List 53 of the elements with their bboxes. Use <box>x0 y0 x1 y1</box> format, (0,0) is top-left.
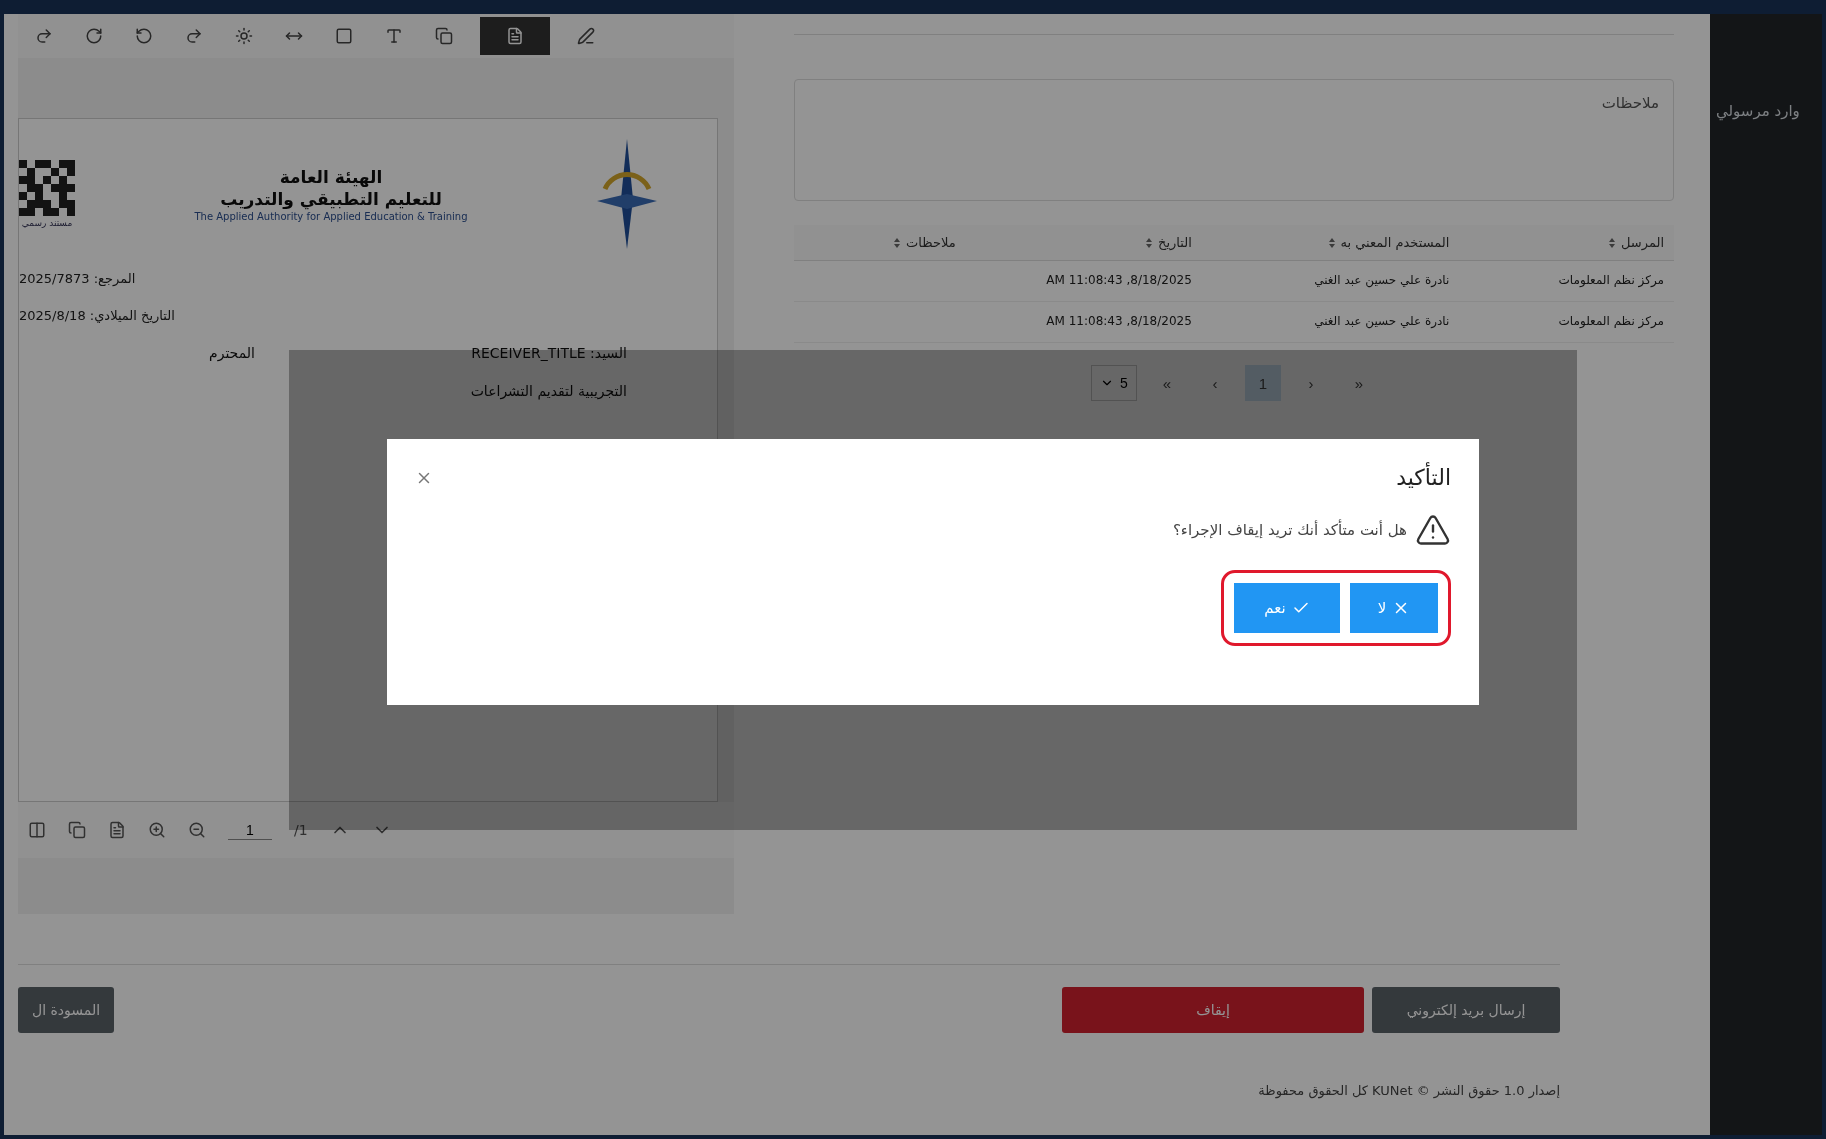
stop-button[interactable]: إيقاف <box>1062 987 1364 1033</box>
text-icon <box>385 27 403 45</box>
pages-icon[interactable] <box>68 821 86 839</box>
sidebar-title[interactable]: وارد مرسولي <box>1710 102 1800 1135</box>
square-icon <box>335 27 353 45</box>
document-date: التاريخ الميلادي: 2025/8/18 <box>19 308 175 323</box>
table-cell: 8/18/2025, 11:08:43 AM <box>965 261 1202 302</box>
yes-button[interactable]: نعم <box>1234 583 1340 633</box>
warning-icon <box>1415 512 1451 548</box>
sort-icon[interactable] <box>1144 236 1155 249</box>
page-button[interactable]: ‹ <box>1292 365 1329 401</box>
rotate-left-icon <box>135 27 153 45</box>
qr-caption: مستند رسمي <box>21 218 73 228</box>
reference-number: المرجع: 2025/7873 <box>19 271 136 286</box>
qr-code-drawing <box>19 160 75 216</box>
page-total: /1 <box>294 822 308 838</box>
redo-icon <box>185 27 203 45</box>
columns-icon[interactable] <box>28 821 46 839</box>
page-icon[interactable] <box>108 821 126 839</box>
document-icon <box>506 27 524 45</box>
subject-line: التجريبية لتقديم التشراعات <box>470 383 627 399</box>
page-button[interactable]: » <box>1148 365 1185 401</box>
zoom-in-icon[interactable] <box>148 821 166 839</box>
honorific: المحترم <box>209 345 255 361</box>
organization-name: الهيئة العامة <box>279 166 383 187</box>
page-button[interactable]: « <box>1340 365 1377 401</box>
table-cell: مركز نظم المعلومات <box>1459 302 1674 343</box>
document-button[interactable] <box>480 17 550 55</box>
organization-name: للتعليم التطبيقي والتدريب <box>220 188 442 209</box>
brightness-icon <box>235 27 253 45</box>
copy-icon <box>435 27 453 45</box>
redo-icon <box>35 27 53 45</box>
zoom-out-icon[interactable] <box>188 821 206 839</box>
page-size-select[interactable]: 5 <box>1091 365 1137 401</box>
notes-field[interactable]: ملاحظات <box>794 79 1674 201</box>
table-cell: مركز نظم المعلومات <box>1459 261 1674 302</box>
table-cell: 8/18/2025, 11:08:43 AM <box>965 302 1202 343</box>
table-cell: نادرة علي حسين عبد الغني <box>1201 302 1460 343</box>
pen-icon <box>577 27 595 45</box>
draft-button[interactable]: المسودة ال <box>18 987 115 1033</box>
sort-icon[interactable] <box>1607 236 1617 249</box>
organization-name-english: The Applied Authority for Applied Education & Training <box>194 210 468 222</box>
rotate-icon <box>85 27 103 45</box>
dialog-message: هل أنت متأكد أنك تريد إيقاف الإجراء؟ <box>1172 521 1407 539</box>
sort-icon[interactable] <box>892 236 903 249</box>
sort-icon[interactable] <box>1326 236 1337 249</box>
email-button[interactable]: إرسال بريد إلكتروني <box>1372 987 1560 1033</box>
page-button[interactable]: › <box>1196 365 1233 401</box>
page-number-field[interactable]: 1 <box>228 820 272 840</box>
footer-text: إصدار 1.0 حقوق النشر © KUNet كل الحقوق محفوظة <box>1258 1083 1560 1098</box>
table-cell: نادرة علي حسين عبد الغني <box>1201 261 1460 302</box>
no-button[interactable]: لا <box>1350 583 1438 633</box>
page-button[interactable]: 1 <box>1244 365 1281 401</box>
